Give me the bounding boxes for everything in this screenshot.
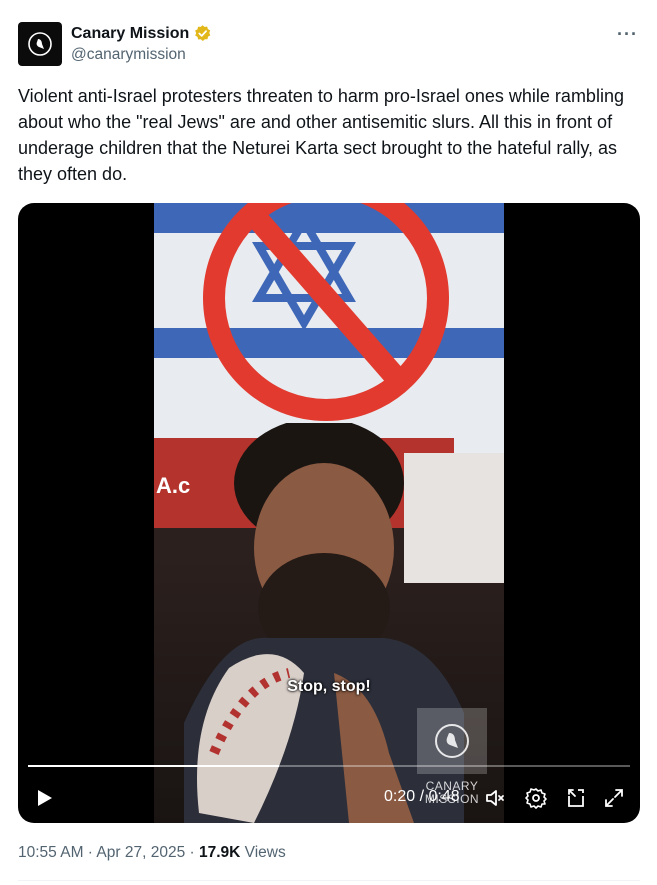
video-caption: Stop, stop! [287, 678, 371, 695]
meta-separator: · [83, 844, 97, 861]
time-separator: / [415, 788, 429, 805]
time-current: 0:20 [384, 788, 416, 805]
tweet-text: Violent anti-Israel protesters threaten … [18, 86, 624, 184]
tweet-header: Canary Mission @canarymission ··· [18, 22, 640, 70]
play-icon[interactable] [32, 786, 56, 810]
meta-separator-2: · [185, 844, 199, 861]
video-player[interactable]: A.c Stop, stop! CANARY MISSION 0:20 / 0:… [18, 203, 640, 823]
tweet-meta: 10:55 AM · Apr 27, 2025 · 17.9K Views [18, 844, 286, 862]
video-controls: 0:20 / 0:48 [18, 783, 640, 813]
views-count[interactable]: 17.9K [199, 844, 240, 861]
progress-fill [28, 765, 279, 767]
handle[interactable]: @canarymission [71, 46, 212, 64]
video-time: 0:20 / 0:48 [384, 788, 460, 806]
watermark-logo-icon [435, 724, 469, 758]
picture-in-picture-icon[interactable] [564, 786, 588, 810]
verified-badge-icon [195, 25, 211, 41]
tweet-date[interactable]: Apr 27, 2025 [96, 844, 185, 861]
progress-bar[interactable] [28, 765, 630, 767]
prohibition-sign-icon [203, 203, 449, 421]
flag-background [154, 203, 504, 453]
time-total: 0:48 [428, 788, 460, 805]
display-name[interactable]: Canary Mission [71, 25, 189, 43]
divider [18, 880, 640, 881]
fullscreen-icon[interactable] [602, 786, 626, 810]
views-label: Views [244, 844, 286, 861]
tweet-time[interactable]: 10:55 AM [18, 844, 84, 861]
canary-logo-icon [28, 32, 52, 56]
author-block[interactable]: Canary Mission @canarymission [71, 24, 212, 64]
mute-icon[interactable] [484, 786, 508, 810]
more-options-icon[interactable]: ··· [617, 24, 638, 45]
settings-icon[interactable] [524, 786, 548, 810]
avatar[interactable] [18, 22, 62, 66]
